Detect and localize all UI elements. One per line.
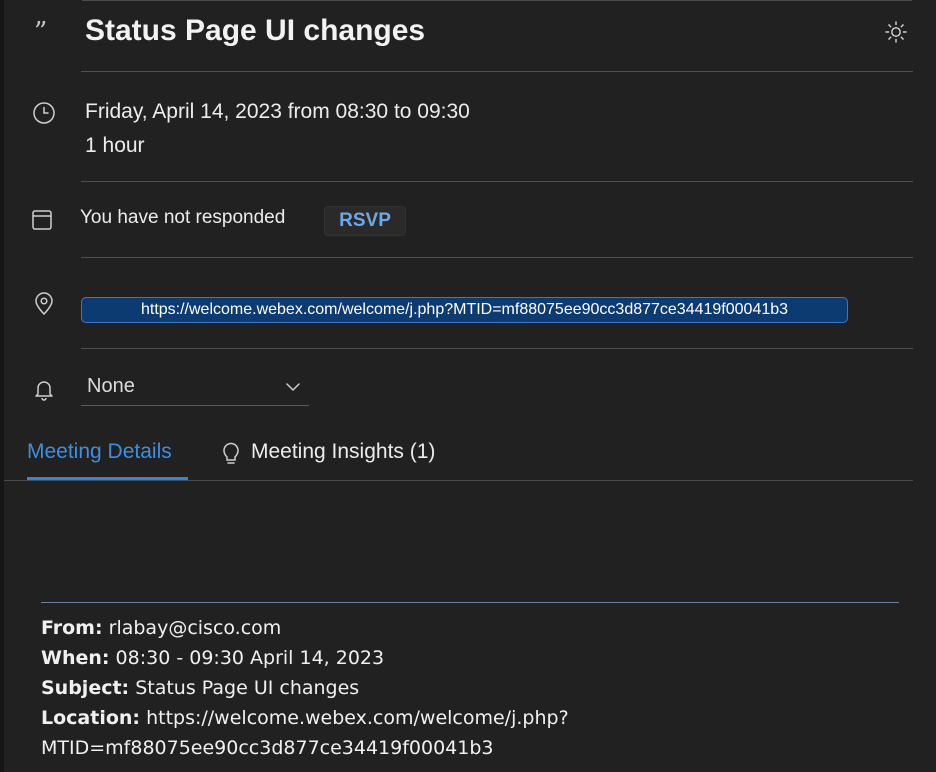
reminder-dropdown[interactable]: None [81, 369, 309, 406]
tabs-divider [4, 480, 913, 481]
meeting-title: Status Page UI changes [85, 14, 426, 47]
location-pin-icon [32, 292, 56, 316]
detail-from: From: rlabay@cisco.com [41, 613, 901, 643]
detail-value: MTID=mf88075ee90cc3d877ce34419f00041b3 [41, 737, 494, 759]
divider [81, 257, 913, 258]
clock-icon [32, 101, 56, 125]
theme-toggle-button[interactable] [882, 18, 910, 46]
tab-meeting-insights[interactable]: Meeting Insights (1) [219, 440, 435, 480]
tab-label: Meeting Insights (1) [251, 440, 436, 463]
detail-when: When: 08:30 - 09:30 April 14, 2023 [41, 643, 901, 673]
meeting-duration: 1 hour [85, 134, 145, 157]
detail-label: When: [41, 647, 110, 669]
chevron-down-icon [286, 383, 300, 392]
response-status: You have not responded [80, 207, 286, 228]
divider [81, 71, 913, 72]
detail-label: Location: [41, 707, 141, 729]
divider [81, 348, 913, 349]
quote-icon: ” [34, 17, 48, 47]
tab-meeting-details[interactable]: Meeting Details [27, 440, 188, 480]
detail-label: Subject: [41, 677, 130, 699]
detail-subject: Subject: Status Page UI changes [41, 673, 901, 703]
sun-icon [885, 21, 907, 43]
meeting-details-body: From: rlabay@cisco.com When: 08:30 - 09:… [41, 613, 901, 763]
body-separator [41, 602, 899, 603]
meeting-datetime: Friday, April 14, 2023 from 08:30 to 09:… [85, 100, 470, 123]
window-left-edge [0, 0, 4, 772]
detail-value: 08:30 - 09:30 April 14, 2023 [115, 647, 385, 669]
tab-label: Meeting Details [27, 440, 172, 463]
detail-value: https://welcome.webex.com/welcome/j.php? [146, 707, 569, 729]
reminder-value: None [87, 375, 135, 397]
detail-location-continued: MTID=mf88075ee90cc3d877ce34419f00041b3 [41, 733, 901, 763]
detail-label: From: [41, 617, 103, 639]
calendar-icon [30, 208, 54, 232]
location-link[interactable]: https://welcome.webex.com/welcome/j.php?… [81, 297, 848, 323]
top-divider [82, 0, 912, 1]
detail-value: rlabay@cisco.com [108, 617, 282, 639]
bell-icon [32, 377, 56, 401]
divider [81, 181, 913, 182]
detail-value: Status Page UI changes [135, 677, 360, 699]
rsvp-button[interactable]: RSVP [324, 206, 406, 236]
detail-location: Location: https://welcome.webex.com/welc… [41, 703, 901, 733]
lightbulb-icon [223, 442, 239, 464]
